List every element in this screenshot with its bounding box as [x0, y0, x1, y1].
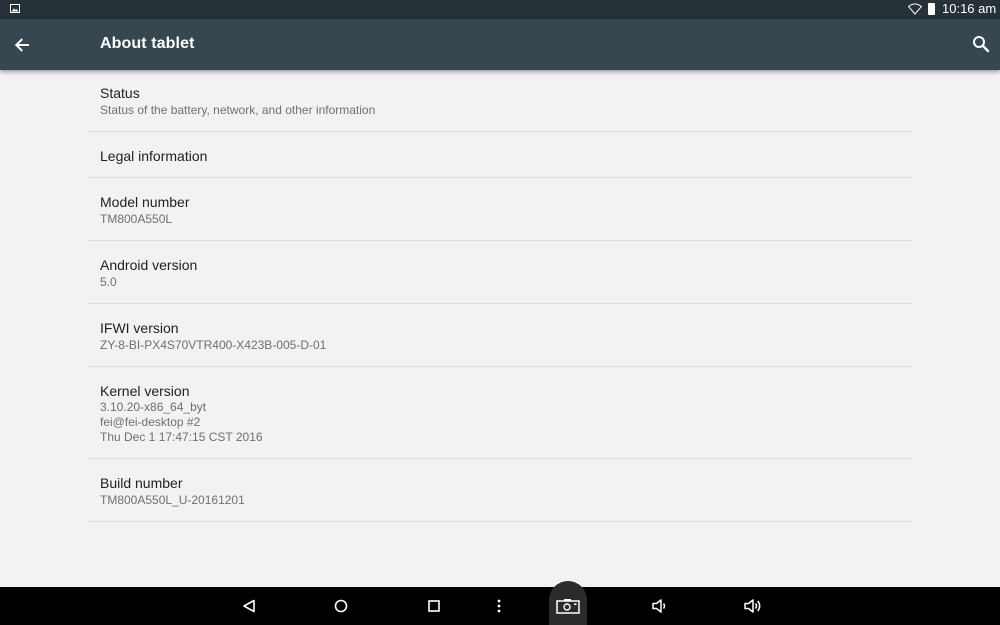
- nav-home-button[interactable]: [326, 587, 356, 625]
- menu-icon: [497, 599, 501, 613]
- nav-back-button[interactable]: [234, 587, 264, 625]
- list-item-android-version[interactable]: Android version 5.0: [88, 241, 912, 304]
- status-bar: 10:16 am: [0, 0, 1000, 19]
- nav-recents-button[interactable]: [419, 587, 449, 625]
- item-summary: TM800A550L_U-20161201: [100, 493, 245, 507]
- page-title: About tablet: [100, 35, 195, 52]
- volume-down-icon: [652, 599, 666, 613]
- back-icon: [243, 599, 255, 613]
- item-label: Status: [100, 85, 140, 101]
- nav-volume-down-button[interactable]: [645, 587, 675, 625]
- item-label: Kernel version: [100, 383, 190, 399]
- item-summary: ZY-8-BI-PX4S70VTR400-X423B-005-D-01: [100, 338, 327, 352]
- notification-image-icon: [10, 4, 20, 13]
- clock: 10:16 am: [942, 1, 997, 16]
- list-item-build-number[interactable]: Build number TM800A550L_U-20161201: [88, 459, 912, 522]
- item-label: IFWI version: [100, 320, 179, 336]
- list-item-ifwi-version[interactable]: IFWI version ZY-8-BI-PX4S70VTR400-X423B-…: [88, 304, 912, 367]
- item-summary: TM800A550L: [100, 212, 173, 226]
- list-item-status[interactable]: Status Status of the battery, network, a…: [88, 70, 912, 132]
- recents-icon: [428, 600, 440, 612]
- item-label: Android version: [100, 257, 198, 273]
- item-label: Build number: [100, 475, 183, 491]
- home-icon: [334, 599, 348, 613]
- item-summary: 3.10.20-x86_64_byt fei@fei-desktop #2 Th…: [100, 400, 263, 444]
- item-label: Legal information: [100, 148, 208, 164]
- list-item-kernel-version[interactable]: Kernel version 3.10.20-x86_64_byt fei@fe…: [88, 367, 912, 459]
- search-icon[interactable]: [972, 35, 990, 53]
- navigation-bar: [0, 581, 1000, 625]
- nav-screenshot-button[interactable]: [552, 587, 584, 625]
- item-label: Model number: [100, 194, 190, 210]
- item-summary: Status of the battery, network, and othe…: [100, 103, 376, 117]
- battery-icon: [928, 3, 935, 15]
- arrow-back-icon[interactable]: [12, 35, 32, 55]
- item-summary: 5.0: [100, 275, 117, 289]
- screenshot-icon: [556, 599, 580, 614]
- nav-volume-up-button[interactable]: [738, 587, 768, 625]
- app-bar: About tablet: [0, 19, 1000, 70]
- list-item-model-number[interactable]: Model number TM800A550L: [88, 178, 912, 241]
- about-list: Status Status of the battery, network, a…: [88, 70, 912, 522]
- list-item-legal-information[interactable]: Legal information: [88, 132, 912, 178]
- wifi-icon: [908, 3, 922, 15]
- nav-menu-button[interactable]: [489, 587, 509, 625]
- volume-up-icon: [744, 599, 761, 613]
